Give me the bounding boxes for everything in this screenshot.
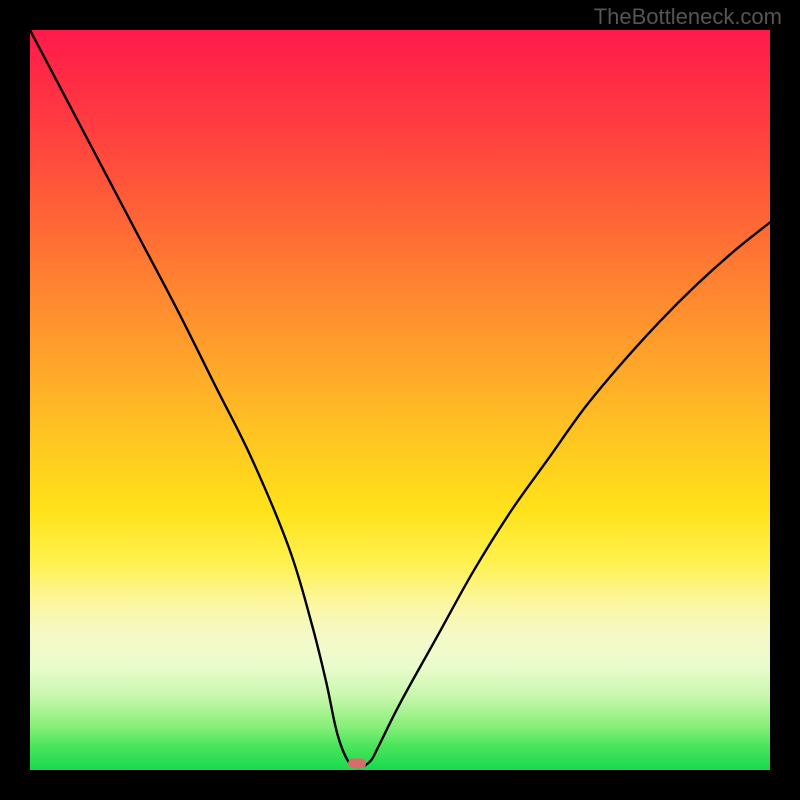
chart-svg-layer [30,30,770,770]
bottleneck-curve-line [30,30,770,767]
watermark-text: TheBottleneck.com [594,4,782,30]
bottleneck-minimum-marker [348,758,366,768]
chart-plot-area [30,30,770,770]
